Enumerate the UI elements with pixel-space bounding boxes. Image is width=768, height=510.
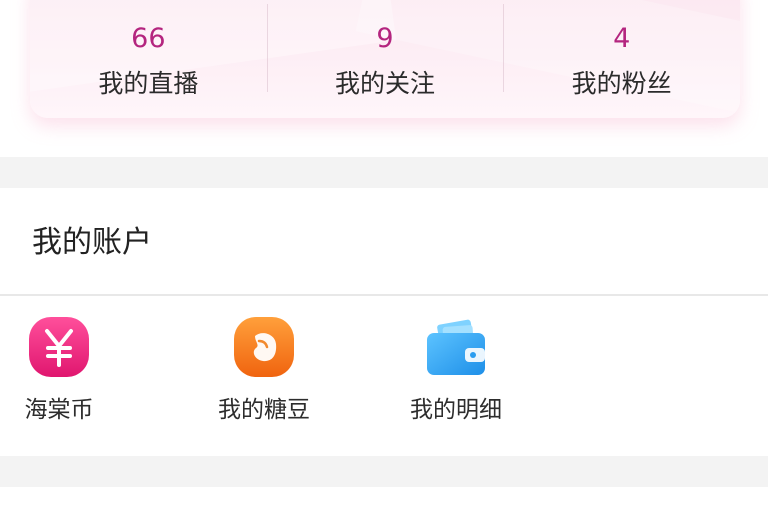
account-icons-row: 海棠币 我的糖豆 我的明细 [0,296,768,456]
account-item-coin[interactable]: 海棠币 [0,316,119,424]
account-item-coin-label: 海棠币 [24,397,94,423]
stat-fans-label: 我的粉丝 [571,69,672,98]
account-item-bean-label: 我的糖豆 [218,397,310,423]
stat-fans-value: 4 [613,23,631,54]
next-section-edge [0,487,768,510]
stat-following[interactable]: 9 我的关注 [266,0,504,118]
stats-row: 66 我的直播 9 我的关注 4 我的粉丝 [30,0,740,118]
stat-live-value: 66 [131,23,166,54]
stat-fans[interactable]: 4 我的粉丝 [503,0,740,118]
stat-live-label: 我的直播 [98,69,199,98]
section-divider-bottom [0,456,768,487]
stats-card: 66 我的直播 9 我的关注 4 我的粉丝 [30,0,740,118]
account-title: 我的账户 [32,225,152,260]
wallet-icon [425,316,487,378]
account-item-detail-label: 我的明细 [410,397,502,423]
stat-live[interactable]: 66 我的直播 [30,0,267,118]
bean-icon [233,316,295,378]
stat-following-value: 9 [376,23,394,54]
account-item-bean[interactable]: 我的糖豆 [204,316,324,424]
account-item-detail[interactable]: 我的明细 [396,316,516,424]
section-divider [0,157,768,188]
account-section-header: 我的账户 [0,188,768,296]
stat-following-label: 我的关注 [335,69,436,98]
yen-coin-icon [28,316,90,378]
